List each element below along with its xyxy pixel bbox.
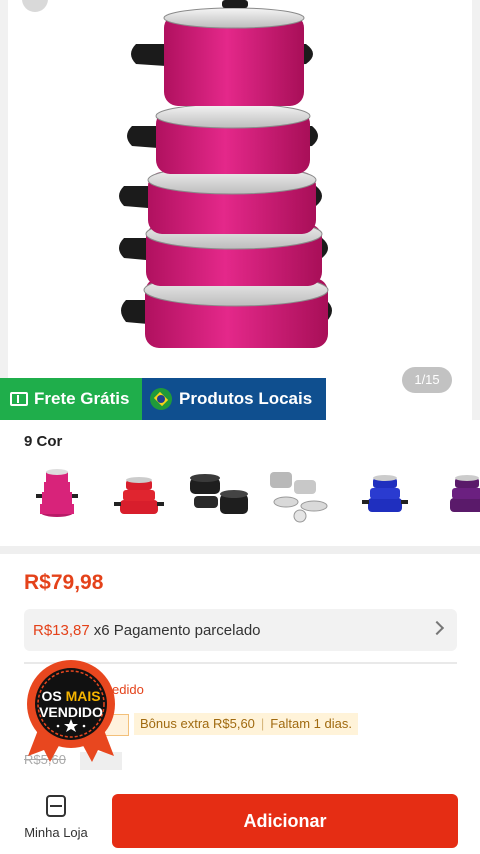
my-store-label: Minha Loja [24, 825, 88, 840]
bonus-text: Bônus extra R$5,60 [140, 716, 255, 731]
seal-line-1: OS MAIS [41, 688, 101, 704]
store-icon [46, 795, 66, 817]
free-shipping-label: Frete Grátis [34, 389, 130, 408]
bonus-time-left: Faltam 1 dias. [270, 716, 352, 731]
best-seller-label: OS MAIS VENDIDO [18, 688, 124, 720]
seal-line-2: VENDIDO [39, 704, 103, 720]
brazil-flag-icon [150, 388, 172, 410]
variant-swatch-steel[interactable] [264, 460, 334, 526]
local-products-badge: Produtos Locais [142, 378, 326, 420]
truck-icon [10, 392, 28, 406]
variant-swatch-black[interactable] [184, 460, 254, 526]
add-to-cart-button[interactable]: Adicionar [112, 794, 458, 848]
local-products-label: Produtos Locais [179, 389, 313, 408]
product-image-gallery[interactable]: 1/15 Frete Grátis Produtos Locais [0, 0, 480, 420]
bonus-tag: Bônus extra R$5,60 | Faltam 1 dias. [134, 713, 358, 735]
variant-swatch-pink[interactable] [22, 460, 92, 526]
installment-amount: R$13,87 [33, 621, 90, 639]
chevron-right-icon [429, 620, 445, 636]
product-photo-pink-cookware-set [119, 0, 332, 348]
variant-count-title: 9 Cor [24, 433, 63, 450]
variant-swatch-purple[interactable] [432, 460, 480, 526]
bonus-separator: | [260, 716, 265, 731]
image-page-counter: 1/15 [402, 367, 452, 393]
section-divider [0, 546, 480, 554]
variant-swatch-red[interactable] [104, 460, 174, 526]
installment-text: x6 Pagamento parcelado [93, 621, 261, 639]
installment-row[interactable]: R$13,87 x6 Pagamento parcelado [24, 609, 457, 651]
variant-swatch-blue[interactable] [350, 460, 420, 526]
product-price: R$79,98 [24, 571, 104, 594]
my-store-button[interactable]: Minha Loja [18, 795, 94, 847]
color-variant-section: 9 Cor [0, 420, 480, 546]
free-shipping-badge: Frete Grátis [0, 378, 142, 420]
